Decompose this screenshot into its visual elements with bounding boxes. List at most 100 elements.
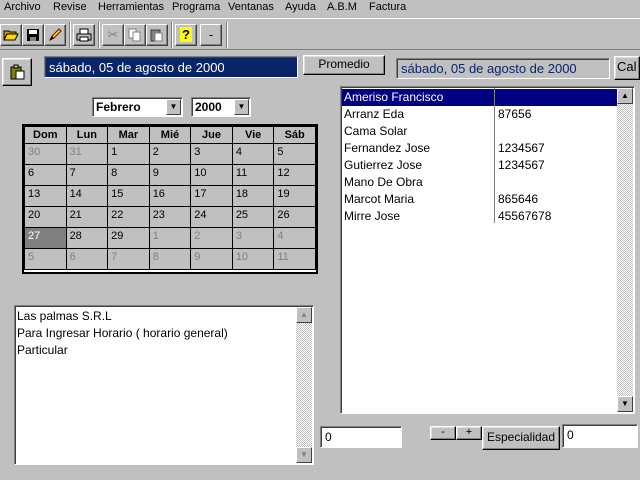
calendar-day[interactable]: 8	[148, 248, 192, 270]
chevron-down-icon[interactable]: ▼	[166, 99, 181, 115]
calendar-day[interactable]: 29	[107, 227, 150, 249]
calendar-day[interactable]: 5	[273, 143, 316, 165]
minus-button[interactable]: -	[430, 426, 456, 440]
menu-archivo[interactable]: Archivo	[4, 1, 41, 13]
toolbar: ✂ ? -	[0, 18, 640, 50]
calendar-day[interactable]: 16	[148, 185, 192, 207]
calendar-day[interactable]: 7	[107, 248, 150, 270]
calendar-day[interactable]: 22	[107, 206, 150, 228]
list-item[interactable]: Para Ingresar Horario ( horario general)	[17, 325, 228, 342]
list-item[interactable]: Gutierrez Jose 1234567	[342, 157, 618, 174]
copy-icon[interactable]	[124, 24, 146, 46]
notes-scrollbar[interactable]: ▲ ▼	[296, 307, 312, 463]
left-number-field[interactable]: 0	[320, 426, 402, 448]
scroll-down-icon[interactable]: ▼	[296, 447, 312, 463]
especialidad-button[interactable]: Especialidad	[482, 426, 560, 450]
calendar-day[interactable]: 20	[24, 206, 67, 228]
notes-list[interactable]: Las palmas S.R.L Para Ingresar Horario (…	[14, 305, 314, 465]
list-item[interactable]: Las palmas S.R.L	[17, 308, 112, 325]
help-icon: ?	[180, 27, 192, 42]
clipboard-button[interactable]	[2, 58, 32, 86]
calendar-day[interactable]: 5	[24, 248, 67, 270]
person-name: Mirre Jose	[344, 209, 401, 223]
minus-label: -	[208, 27, 214, 42]
promedio-button[interactable]: Promedio	[303, 55, 385, 75]
date-field[interactable]: sábado, 05 de agosto de 2000	[44, 56, 298, 78]
menu-factura[interactable]: Factura	[369, 1, 406, 13]
calendar-day[interactable]: 31	[65, 143, 109, 165]
calendar-day[interactable]: 11	[231, 164, 275, 186]
calendar-day[interactable]: 27	[24, 227, 67, 249]
calendar-day[interactable]: 15	[107, 185, 150, 207]
floppy-disk-icon[interactable]	[22, 24, 44, 46]
weekday-header: Mar	[107, 126, 150, 144]
folder-open-icon[interactable]	[0, 24, 22, 46]
toolbar-minus-button[interactable]: -	[200, 24, 222, 46]
list-item[interactable]: Marcot Maria 865646	[342, 191, 618, 208]
calendar-day[interactable]: 3	[190, 143, 233, 165]
calendar-day[interactable]: 13	[24, 185, 67, 207]
calendar-day[interactable]: 17	[190, 185, 233, 207]
menu-revise[interactable]: Revise	[53, 1, 87, 13]
calendar-day[interactable]: 28	[65, 227, 109, 249]
help-button[interactable]: ?	[175, 24, 197, 46]
calendar-day[interactable]: 10	[190, 164, 233, 186]
calendar-day[interactable]: 11	[273, 248, 316, 270]
calendar-day[interactable]: 23	[148, 206, 192, 228]
calendar-day[interactable]: 3	[231, 227, 275, 249]
calendar-day[interactable]: 12	[273, 164, 316, 186]
list-item[interactable]: Arranz Eda 87656	[342, 106, 618, 123]
calendar-day[interactable]: 18	[231, 185, 275, 207]
calendar-day[interactable]: 2	[148, 143, 192, 165]
calendar-day[interactable]: 9	[190, 248, 233, 270]
calendar-day[interactable]: 7	[65, 164, 109, 186]
menu-ayuda[interactable]: Ayuda	[285, 1, 316, 13]
calendar-day[interactable]: 6	[65, 248, 109, 270]
menu-herramientas[interactable]: Herramientas	[98, 1, 164, 13]
list-item[interactable]: Particular	[17, 342, 68, 359]
printer-icon[interactable]	[73, 24, 95, 46]
cal-button[interactable]: Cal	[614, 56, 640, 80]
date-field-right[interactable]: sábado, 05 de agosto de 2000	[396, 58, 610, 79]
year-select[interactable]: 2000 ▼	[191, 97, 251, 117]
calendar-day[interactable]: 2	[190, 227, 233, 249]
calendar-day[interactable]: 21	[65, 206, 109, 228]
person-name: Marcot Maria	[344, 192, 415, 206]
menu-abm[interactable]: A.B.M	[327, 1, 357, 13]
calendar-day[interactable]: 4	[273, 227, 316, 249]
scroll-down-icon[interactable]: ▼	[617, 396, 633, 412]
calendar-day[interactable]: 10	[231, 248, 275, 270]
scissors-icon[interactable]: ✂	[102, 24, 124, 46]
menu-ventanas[interactable]: Ventanas	[228, 1, 274, 13]
paste-icon[interactable]	[146, 24, 168, 46]
calendar-day[interactable]: 6	[24, 164, 67, 186]
menu-programa[interactable]: Programa	[172, 1, 220, 13]
pencil-icon[interactable]	[44, 24, 66, 46]
calendar-day[interactable]: 30	[24, 143, 67, 165]
calendar-day[interactable]: 19	[273, 185, 316, 207]
calendar-day[interactable]: 26	[273, 206, 316, 228]
calendar-day[interactable]: 1	[148, 227, 192, 249]
calendar-week: 5 6 7 8 9 10 11	[24, 248, 316, 270]
month-select[interactable]: Febrero ▼	[92, 97, 183, 117]
plus-button[interactable]: +	[456, 426, 482, 440]
calendar-day[interactable]: 4	[231, 143, 275, 165]
left-number-value: 0	[325, 430, 332, 444]
list-item[interactable]: Fernandez Jose 1234567	[342, 140, 618, 157]
people-scrollbar[interactable]: ▲ ▼	[617, 88, 633, 412]
people-list[interactable]: Ameriso Francisco Arranz Eda 87656 Cama Sol…	[340, 86, 635, 414]
list-item[interactable]: Cama Solar	[342, 123, 618, 140]
calendar-day[interactable]: 25	[231, 206, 275, 228]
list-item[interactable]: Mirre Jose 45567678	[342, 208, 618, 225]
list-item[interactable]: Ameriso Francisco	[342, 89, 618, 106]
calendar-day[interactable]: 1	[107, 143, 150, 165]
scroll-up-icon[interactable]: ▲	[617, 88, 633, 104]
scroll-up-icon[interactable]: ▲	[296, 307, 312, 323]
right-number-field[interactable]: 0	[562, 424, 638, 448]
calendar-day[interactable]: 9	[148, 164, 192, 186]
calendar-day[interactable]: 14	[65, 185, 109, 207]
calendar-day[interactable]: 24	[190, 206, 233, 228]
chevron-down-icon[interactable]: ▼	[234, 99, 249, 115]
calendar-day[interactable]: 8	[107, 164, 150, 186]
list-item[interactable]: Mano De Obra	[342, 174, 618, 191]
